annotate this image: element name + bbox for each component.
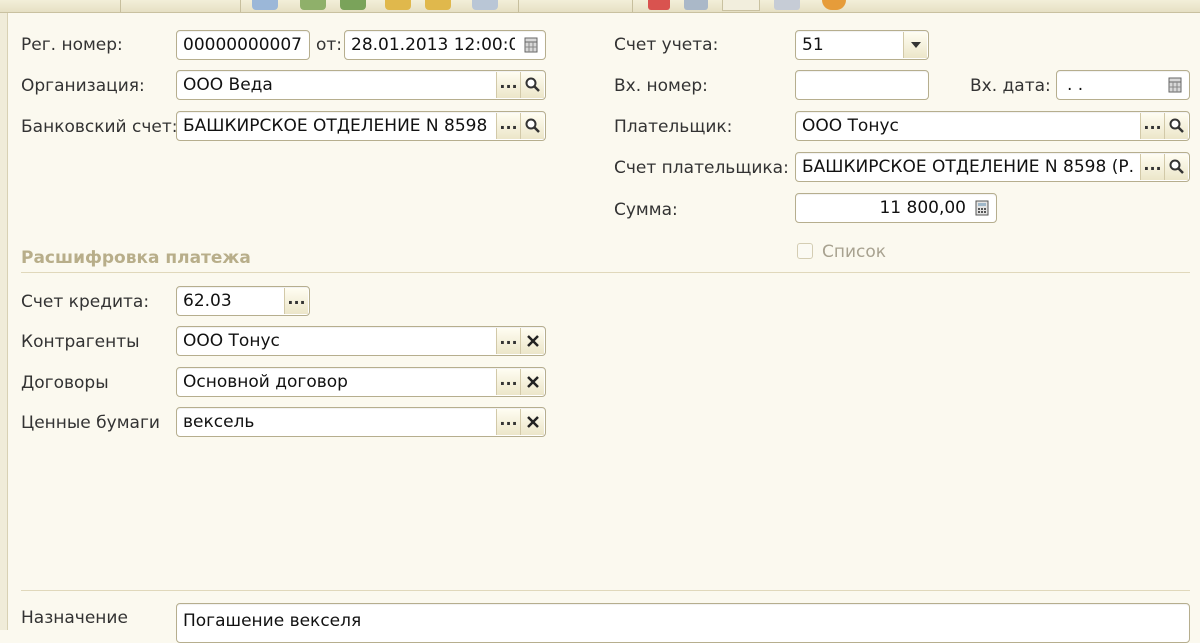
toolbar-separator bbox=[518, 0, 519, 12]
organization-value: ООО Веда bbox=[183, 75, 273, 95]
bank-account-label: Банковский счет: bbox=[21, 117, 178, 137]
payer-field[interactable]: ООО Тонус ... bbox=[795, 111, 1190, 141]
securities-label: Ценные бумаги bbox=[21, 413, 160, 433]
toolbar-button-toggle[interactable] bbox=[722, 0, 760, 11]
toolbar-button-help[interactable] bbox=[822, 0, 846, 10]
organization-label: Организация: bbox=[21, 76, 145, 96]
toolbar-button-post[interactable] bbox=[300, 0, 326, 10]
purpose-value: Погашение векселя bbox=[183, 611, 362, 631]
magnifier-icon[interactable] bbox=[1164, 154, 1188, 180]
reg-number-value: 00000000007 bbox=[183, 35, 302, 55]
clear-x-icon[interactable] bbox=[520, 409, 544, 435]
clear-x-icon[interactable] bbox=[520, 328, 544, 354]
purpose-divider bbox=[21, 590, 1190, 591]
date-value: 28.01.2013 12:00:00 bbox=[351, 35, 515, 55]
organization-field[interactable]: ООО Веда ... bbox=[176, 70, 546, 100]
bank-account-select-button[interactable]: ... bbox=[496, 113, 520, 139]
list-label: Список bbox=[822, 242, 887, 262]
reg-number-label: Рег. номер: bbox=[21, 35, 123, 55]
amount-field[interactable]: 11 800,00 bbox=[795, 193, 997, 223]
magnifier-icon[interactable] bbox=[520, 72, 544, 98]
payer-label: Плательщик: bbox=[614, 117, 733, 137]
reg-number-field[interactable]: 00000000007 bbox=[176, 30, 310, 60]
bank-account-field[interactable]: БАШКИРСКОЕ ОТДЕЛЕНИЕ N 8598 ... bbox=[176, 111, 546, 141]
toolbar-separator bbox=[120, 0, 121, 12]
contracts-field[interactable]: Основной договор ... bbox=[176, 367, 546, 397]
payer-select-button[interactable]: ... bbox=[1140, 113, 1164, 139]
date-from-label: от: bbox=[316, 35, 343, 55]
contracts-select-button[interactable]: ... bbox=[496, 369, 520, 395]
list-checkbox[interactable] bbox=[797, 243, 813, 259]
breakdown-section-title: Расшифровка платежа bbox=[21, 248, 251, 268]
counterparties-value: ООО Тонус bbox=[183, 331, 280, 351]
dropdown-arrow-icon[interactable] bbox=[903, 32, 927, 58]
toolbar-separator bbox=[632, 0, 633, 12]
contracts-label: Договоры bbox=[21, 373, 109, 393]
incoming-date-field[interactable]: . . bbox=[1056, 70, 1190, 100]
credit-account-select-button[interactable]: ... bbox=[284, 288, 308, 314]
toolbar bbox=[0, 0, 1200, 13]
clear-x-icon[interactable] bbox=[520, 369, 544, 395]
incoming-number-field[interactable] bbox=[795, 70, 929, 100]
left-border bbox=[0, 0, 8, 630]
calculator-icon[interactable] bbox=[971, 195, 995, 221]
date-field[interactable]: 28.01.2013 12:00:00 bbox=[344, 30, 546, 60]
incoming-date-label: Вх. дата: bbox=[970, 76, 1051, 96]
payer-value: ООО Тонус bbox=[802, 116, 899, 136]
account-label: Счет учета: bbox=[614, 35, 719, 55]
amount-value: 11 800,00 bbox=[879, 198, 966, 218]
payer-account-select-button[interactable]: ... bbox=[1140, 154, 1164, 180]
toolbar-button-structure[interactable] bbox=[385, 0, 411, 10]
counterparties-field[interactable]: ООО Тонус ... bbox=[176, 326, 546, 356]
payer-account-value: БАШКИРСКОЕ ОТДЕЛЕНИЕ N 8598 (Р... bbox=[802, 157, 1135, 177]
toolbar-separator bbox=[240, 0, 241, 12]
toolbar-button-print[interactable] bbox=[472, 0, 498, 10]
magnifier-icon[interactable] bbox=[520, 113, 544, 139]
toolbar-button-history[interactable] bbox=[425, 0, 451, 10]
calendar-icon[interactable] bbox=[1164, 72, 1188, 98]
bank-account-value: БАШКИРСКОЕ ОТДЕЛЕНИЕ N 8598 bbox=[183, 116, 488, 136]
credit-account-field[interactable]: 62.03 ... bbox=[176, 286, 310, 316]
payer-account-label: Счет плательщика: bbox=[614, 158, 789, 178]
account-value: 51 bbox=[802, 35, 824, 55]
toolbar-button-kt[interactable] bbox=[648, 0, 670, 10]
toolbar-button-journal[interactable] bbox=[684, 0, 708, 10]
credit-account-value: 62.03 bbox=[183, 291, 232, 311]
account-select[interactable]: 51 bbox=[795, 30, 929, 60]
organization-select-button[interactable]: ... bbox=[496, 72, 520, 98]
securities-select-button[interactable]: ... bbox=[496, 409, 520, 435]
toolbar-button-unpost[interactable] bbox=[340, 0, 366, 10]
magnifier-icon[interactable] bbox=[1164, 113, 1188, 139]
securities-value: вексель bbox=[183, 412, 255, 432]
credit-account-label: Счет кредита: bbox=[21, 292, 150, 312]
purpose-label: Назначение bbox=[21, 608, 128, 628]
toolbar-button-copy[interactable] bbox=[252, 0, 278, 10]
incoming-number-label: Вх. номер: bbox=[614, 76, 708, 96]
counterparties-label: Контрагенты bbox=[21, 332, 140, 352]
section-divider bbox=[21, 272, 1190, 273]
calendar-icon[interactable] bbox=[520, 32, 544, 58]
purpose-textarea[interactable]: Погашение векселя bbox=[176, 603, 1190, 643]
payer-account-field[interactable]: БАШКИРСКОЕ ОТДЕЛЕНИЕ N 8598 (Р... ... bbox=[795, 152, 1190, 182]
toolbar-button-window[interactable] bbox=[774, 0, 800, 10]
amount-label: Сумма: bbox=[614, 200, 678, 220]
incoming-date-value: . . bbox=[1067, 75, 1084, 95]
contracts-value: Основной договор bbox=[183, 372, 348, 392]
counterparties-select-button[interactable]: ... bbox=[496, 328, 520, 354]
securities-field[interactable]: вексель ... bbox=[176, 407, 546, 437]
